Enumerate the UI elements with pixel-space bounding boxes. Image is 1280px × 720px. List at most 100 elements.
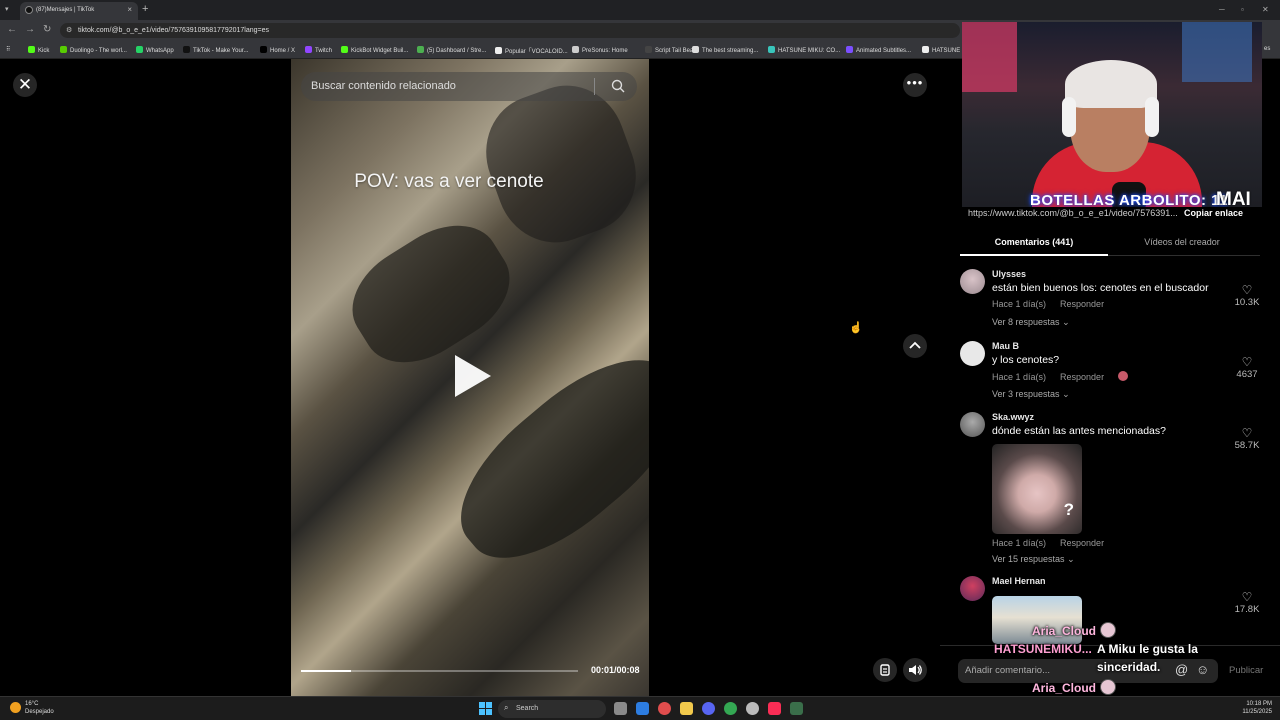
bookmark-item[interactable]: Kick — [28, 46, 49, 54]
comment-like[interactable]: ♡ 10.3K — [1232, 283, 1262, 308]
reply-button[interactable]: Responder — [1060, 299, 1104, 309]
music-icon[interactable] — [768, 702, 781, 715]
bookmark-item[interactable]: PreSonus: Home — [572, 46, 628, 54]
comment-meta: Hace 1 día(s) Responder — [992, 371, 1142, 382]
bookmark-item[interactable]: Script Tail Beat — [645, 46, 695, 54]
bookmark-item[interactable]: (5) Dashboard / Stre... — [417, 46, 486, 54]
back-icon[interactable]: ← — [7, 24, 17, 35]
comment-time: Hace 1 día(s) — [992, 299, 1047, 309]
comment-like[interactable]: ♡ 4637 — [1232, 355, 1262, 380]
share-link-row: https://www.tiktok.com/@b_o_e_e1/video/7… — [960, 205, 1260, 221]
tab-search-icon[interactable]: ▾ — [5, 5, 9, 13]
heart-icon[interactable]: ♡ — [1232, 590, 1262, 604]
share-link-url[interactable]: https://www.tiktok.com/@b_o_e_e1/video/7… — [968, 208, 1183, 218]
comment-username[interactable]: Ska.wwyz — [992, 412, 1034, 422]
site-info-icon[interactable]: ⚙ — [66, 26, 72, 34]
comment-username[interactable]: Mau B — [992, 341, 1019, 351]
bookmark-item[interactable]: HATSUNE M — [922, 46, 967, 54]
copy-link-button[interactable]: Copiar enlace — [1184, 208, 1243, 218]
related-search-input[interactable]: Buscar contenido relacionado — [301, 72, 637, 101]
weather-sun-icon — [10, 702, 21, 713]
taskbar-search[interactable]: ⌕ Search — [498, 700, 606, 718]
heart-icon[interactable]: ♡ — [1232, 355, 1262, 369]
bookmark-label: (5) Dashboard / Stre... — [427, 48, 487, 54]
view-replies-button[interactable]: Ver 8 respuestas ⌄ — [992, 317, 1070, 328]
publish-button[interactable]: Publicar — [1229, 665, 1263, 676]
maximize-icon[interactable]: ▫ — [1241, 5, 1244, 14]
url-field[interactable]: ⚙ tiktok.com/@b_o_e_e1/video/75763910958… — [60, 23, 960, 38]
apps-icon[interactable]: ⠿ — [6, 46, 10, 53]
bookmark-item[interactable]: Twitch — [305, 46, 332, 54]
discord-icon[interactable] — [702, 702, 715, 715]
bookmark-item[interactable]: The best streaming... — [692, 46, 758, 54]
url-text: tiktok.com/@b_o_e_e1/video/7576391095817… — [78, 27, 270, 34]
comment-image[interactable]: ? — [992, 444, 1082, 534]
bookmark-label: The best streaming... — [702, 48, 759, 54]
task-view-icon[interactable] — [614, 702, 627, 715]
new-tab-button[interactable]: + — [142, 3, 148, 15]
play-icon[interactable] — [455, 355, 491, 397]
chat-message-text: A Miku le gusta la — [1097, 642, 1198, 656]
window-close-icon[interactable]: ✕ — [1262, 5, 1269, 14]
system-clock[interactable]: 10:18 PM 11/25/2025 — [1232, 700, 1272, 716]
comment-username[interactable]: Ulysses — [992, 269, 1026, 279]
reload-icon[interactable]: ↻ — [43, 24, 51, 35]
like-count: 58.7K — [1234, 440, 1260, 451]
heart-icon[interactable]: ♡ — [1232, 426, 1262, 440]
bookmark-item[interactable]: TikTok - Make Your... — [183, 46, 248, 54]
avatar[interactable] — [960, 412, 985, 437]
avatar[interactable] — [960, 341, 985, 366]
bookmark-item[interactable]: Duolingo - The worl... — [60, 46, 127, 54]
bookmark-item[interactable]: HATSUNE MIKU: CO... — [768, 46, 840, 54]
avatar[interactable] — [960, 269, 985, 294]
avatar[interactable] — [960, 576, 985, 601]
view-replies-button[interactable]: Ver 15 respuestas ⌄ — [992, 554, 1075, 565]
emoji-icon[interactable]: ☺ — [1196, 662, 1209, 677]
bookmark-item[interactable]: Animated Subtitles... — [846, 46, 911, 54]
close-button[interactable]: ✕ — [13, 73, 37, 97]
file-explorer-icon[interactable] — [680, 702, 693, 715]
volume-button[interactable] — [903, 658, 927, 682]
at-icon[interactable]: @ — [1175, 662, 1188, 677]
app-icon[interactable] — [658, 702, 671, 715]
more-options-button[interactable]: ••• — [903, 73, 927, 97]
bookmark-favicon-icon — [692, 46, 699, 53]
bookmark-item[interactable]: KickBot Widget Buil... — [341, 46, 408, 54]
minimize-icon[interactable]: ─ — [1219, 5, 1225, 14]
tiktok-favicon-icon — [25, 6, 33, 14]
bookmark-item[interactable]: Popular「VOCALOID... — [495, 46, 568, 55]
view-replies-label: Ver 8 respuestas — [992, 317, 1060, 327]
bookmark-item[interactable]: WhatsApp — [136, 46, 174, 54]
comment-username[interactable]: Mael Hernan — [992, 576, 1046, 586]
settings-icon[interactable] — [746, 702, 759, 715]
comment-like[interactable]: ♡ 58.7K — [1232, 426, 1262, 451]
bookmark-item[interactable]: Home / X — [260, 46, 295, 54]
edge-icon[interactable] — [636, 702, 649, 715]
comment-time: Hace 1 día(s) — [992, 538, 1047, 548]
previous-video-button[interactable] — [903, 334, 927, 358]
other-bookmarks[interactable]: es — [1264, 46, 1270, 52]
video-player[interactable]: Buscar contenido relacionado POV: vas a … — [291, 59, 649, 696]
forward-icon[interactable]: → — [25, 24, 35, 35]
clock-time: 10:18 PM — [1246, 701, 1272, 707]
tab-close-icon[interactable]: × — [127, 5, 132, 14]
heart-icon[interactable]: ♡ — [1232, 283, 1262, 297]
reply-button[interactable]: Responder — [1060, 372, 1104, 382]
browser-tab[interactable]: (87)Mensajes | TikTok × — [20, 2, 138, 20]
headphones — [1062, 97, 1076, 137]
captions-button[interactable] — [873, 658, 897, 682]
video-overlay-caption: POV: vas a ver cenote — [354, 171, 544, 192]
search-icon[interactable] — [611, 79, 625, 93]
view-replies-button[interactable]: Ver 3 respuestas ⌄ — [992, 389, 1070, 400]
tab-comments[interactable]: Comentarios (441) — [960, 232, 1108, 256]
view-replies-label: Ver 3 respuestas — [992, 389, 1060, 399]
bookmark-label: TikTok - Make Your... — [193, 48, 249, 54]
reply-button[interactable]: Responder — [1060, 538, 1104, 548]
bookmark-favicon-icon — [846, 46, 853, 53]
tab-creator-videos[interactable]: Vídeos del creador — [1108, 232, 1256, 256]
app-icon[interactable] — [790, 702, 803, 715]
comment-text: dónde están las antes mencionadas? — [992, 425, 1166, 437]
comment-like[interactable]: ♡ 17.8K — [1232, 590, 1262, 615]
chrome-icon[interactable] — [724, 702, 737, 715]
windows-start-icon[interactable] — [479, 702, 492, 715]
